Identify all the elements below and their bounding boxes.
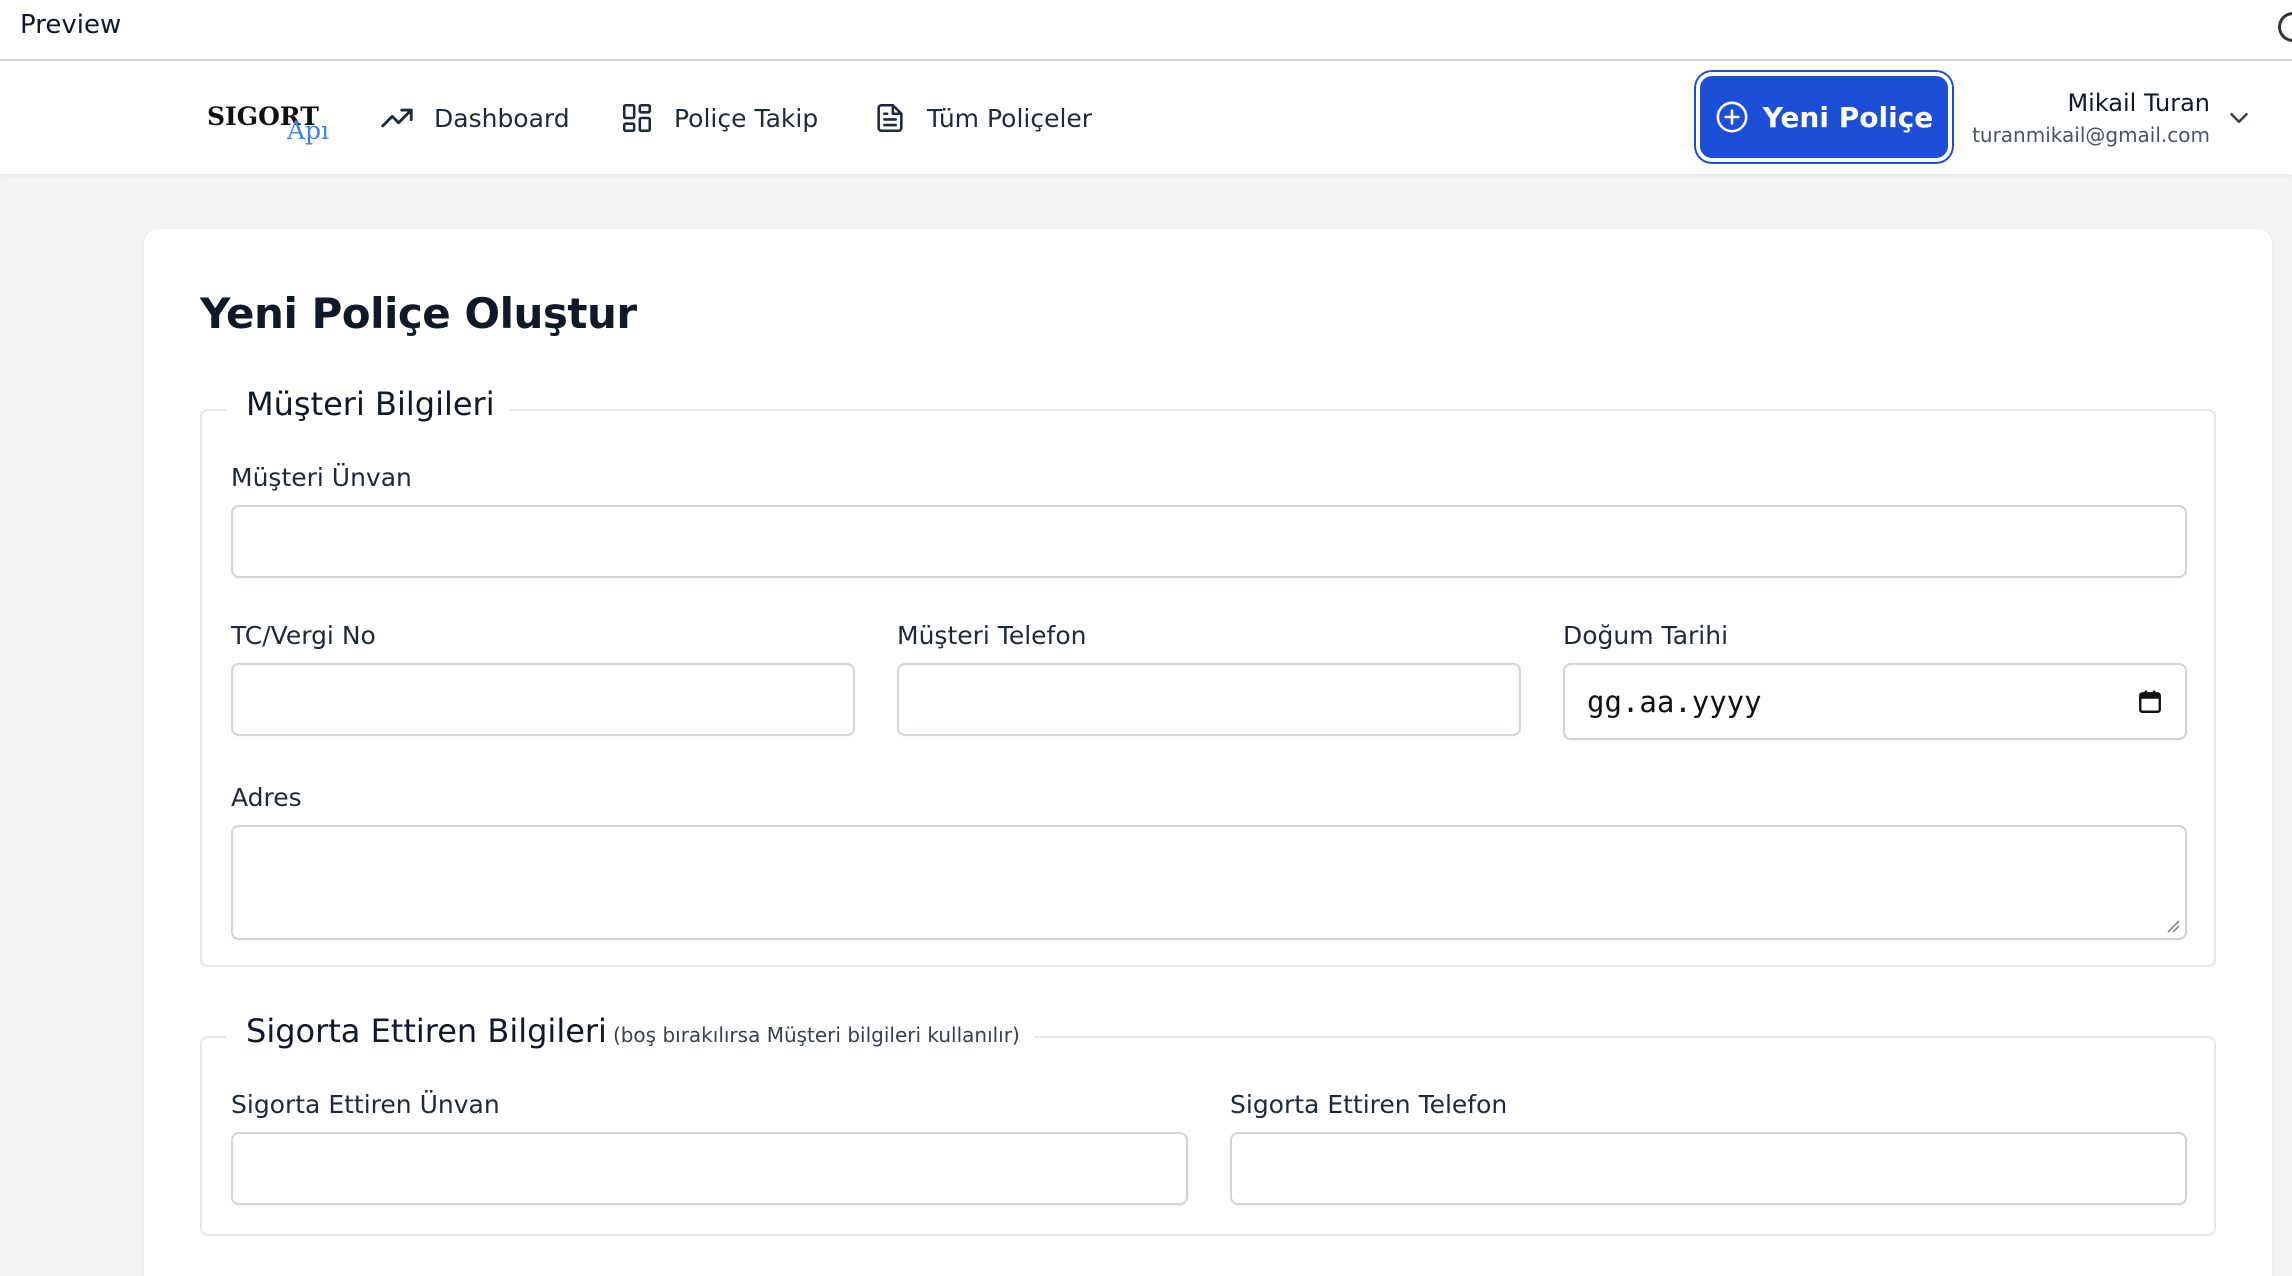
customer-info-section: Müşteri Bilgileri Müşteri Ünvan TC/Vergi… <box>200 385 2216 967</box>
nav-link-label: Tüm Poliçeler <box>927 103 1093 133</box>
nav-link-police-takip[interactable]: Poliçe Takip <box>618 98 818 138</box>
nav-link-label: Dashboard <box>434 103 570 133</box>
document-icon <box>871 99 909 137</box>
birth-date-input[interactable]: gg.aa.yyyy <box>1563 663 2187 740</box>
date-placeholder: gg.aa.yyyy <box>1587 684 1762 719</box>
insurer-unvan-label: Sigorta Ettiren Ünvan <box>231 1090 500 1119</box>
app-logo[interactable]: SIGORT Apı <box>207 102 337 145</box>
chevron-down-icon[interactable] <box>2224 103 2254 133</box>
preview-title: Preview <box>20 10 122 40</box>
policy-form-card: Yeni Poliçe Oluştur Müşteri Bilgileri Mü… <box>144 229 2272 1276</box>
nav-link-tum-policeler[interactable]: Tüm Poliçeler <box>871 98 1092 138</box>
new-policy-button-label: Yeni Poliçe <box>1762 100 1934 134</box>
birth-date-label: Doğum Tarihi <box>1563 621 1729 650</box>
nav-link-dashboard[interactable]: Dashboard <box>378 98 570 138</box>
address-label: Adres <box>231 783 302 812</box>
insurer-unvan-input[interactable] <box>231 1132 1188 1205</box>
user-name: Mikail Turan <box>2067 89 2210 117</box>
customer-phone-label: Müşteri Telefon <box>897 621 1087 650</box>
section-legend: Müşteri Bilgileri <box>226 385 509 423</box>
user-email: turanmikail@gmail.com <box>1972 123 2210 147</box>
customer-section-title: Müşteri Bilgileri <box>246 385 495 423</box>
insurer-phone-input[interactable] <box>1230 1132 2187 1205</box>
insurer-phone-label: Sigorta Ettiren Telefon <box>1230 1090 1508 1119</box>
resize-handle-icon[interactable] <box>2166 919 2180 933</box>
preview-bar: Preview <box>0 0 2292 61</box>
calendar-icon[interactable] <box>2137 689 2163 715</box>
refresh-icon[interactable] <box>2278 12 2292 42</box>
section-legend: Sigorta Ettiren Bilgileri (boş bırakılırs… <box>226 1012 1034 1050</box>
new-policy-button[interactable]: Yeni Poliçe <box>1700 76 1948 158</box>
nav-link-label: Poliçe Takip <box>674 103 819 133</box>
insurer-section-title: Sigorta Ettiren Bilgileri <box>246 1012 607 1050</box>
customer-unvan-input[interactable] <box>231 505 2187 578</box>
customer-unvan-label: Müşteri Ünvan <box>231 463 412 492</box>
insurer-section-note: (boş bırakılırsa Müşteri bilgileri kulla… <box>612 1023 1020 1047</box>
tc-vergi-input[interactable] <box>231 663 855 736</box>
tc-vergi-label: TC/Vergi No <box>231 621 376 650</box>
trending-up-icon <box>378 99 416 137</box>
insurer-info-section: Sigorta Ettiren Bilgileri (boş bırakılırs… <box>200 1012 2216 1236</box>
app-navbar: SIGORT Apı Dashboard Poliçe Takip Tüm Po… <box>0 61 2292 174</box>
plus-circle-icon <box>1715 100 1749 134</box>
user-menu[interactable]: Mikail Turan turanmikail@gmail.com <box>1960 83 2210 147</box>
logo-subtext: Apı <box>287 116 330 145</box>
grid-icon <box>618 99 656 137</box>
address-textarea[interactable] <box>231 825 2187 940</box>
customer-phone-input[interactable] <box>897 663 1521 736</box>
page-title: Yeni Poliçe Oluştur <box>200 289 637 338</box>
